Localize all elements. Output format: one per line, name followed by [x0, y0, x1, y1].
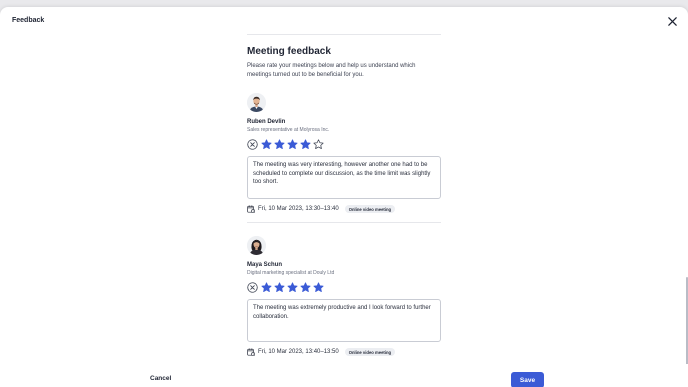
avatar [247, 93, 266, 112]
meeting-card: Maya Schun Digital marketing specialist … [247, 236, 441, 357]
star-filled-icon[interactable] [313, 282, 324, 293]
feedback-content: Meeting feedback Please rate your meetin… [247, 34, 441, 357]
dialog-footer: Cancel Save [0, 364, 688, 387]
divider [247, 222, 441, 223]
meeting-type-badge: Online video meeting [344, 348, 396, 356]
calendar-icon [247, 348, 255, 356]
star-filled-icon[interactable] [300, 282, 311, 293]
divider [247, 34, 441, 35]
meeting-date: Fri, 10 Mar 2023, 13:40–13:50 [258, 349, 339, 355]
meeting-meta: Fri, 10 Mar 2023, 13:30–13:40 Online vid… [247, 204, 441, 214]
person-name: Maya Schun [247, 262, 283, 268]
person-name: Ruben Devlin [247, 119, 286, 125]
star-filled-icon[interactable] [261, 282, 272, 293]
star-filled-icon[interactable] [274, 139, 285, 150]
clear-rating-icon[interactable] [247, 282, 258, 293]
comment-field[interactable]: The meeting was extremely productive and… [247, 299, 441, 342]
star-filled-icon[interactable] [300, 139, 311, 150]
dialog-title: Feedback [12, 17, 45, 24]
cancel-button[interactable]: Cancel [150, 375, 171, 382]
section-description: Please rate your meetings below and help… [247, 63, 416, 78]
avatar [247, 236, 266, 255]
star-rating [247, 139, 441, 150]
comment-field[interactable]: The meeting was very interesting, howeve… [247, 156, 441, 199]
meeting-type-badge: Online video meeting [344, 205, 396, 213]
clear-rating-icon[interactable] [247, 139, 258, 150]
person-role: Digital marketing specialist at Douly Lt… [247, 270, 335, 276]
star-filled-icon[interactable] [287, 282, 298, 293]
star-filled-icon[interactable] [261, 139, 272, 150]
star-rating [247, 282, 441, 293]
calendar-icon [247, 205, 255, 213]
star-empty-icon[interactable] [313, 139, 324, 150]
save-button[interactable]: Save [511, 372, 544, 387]
star-filled-icon[interactable] [287, 139, 298, 150]
feedback-dialog: Feedback Meeting feedback Please rate yo… [0, 7, 688, 387]
meeting-card: Ruben Devlin Sales representative at Mol… [247, 93, 441, 214]
meeting-date: Fri, 10 Mar 2023, 13:30–13:40 [258, 206, 339, 212]
close-icon[interactable] [667, 16, 678, 27]
star-filled-icon[interactable] [274, 282, 285, 293]
section-title: Meeting feedback [247, 46, 331, 57]
person-role: Sales representative at Molyrosa Inc. [247, 127, 330, 133]
meeting-meta: Fri, 10 Mar 2023, 13:40–13:50 Online vid… [247, 347, 441, 357]
